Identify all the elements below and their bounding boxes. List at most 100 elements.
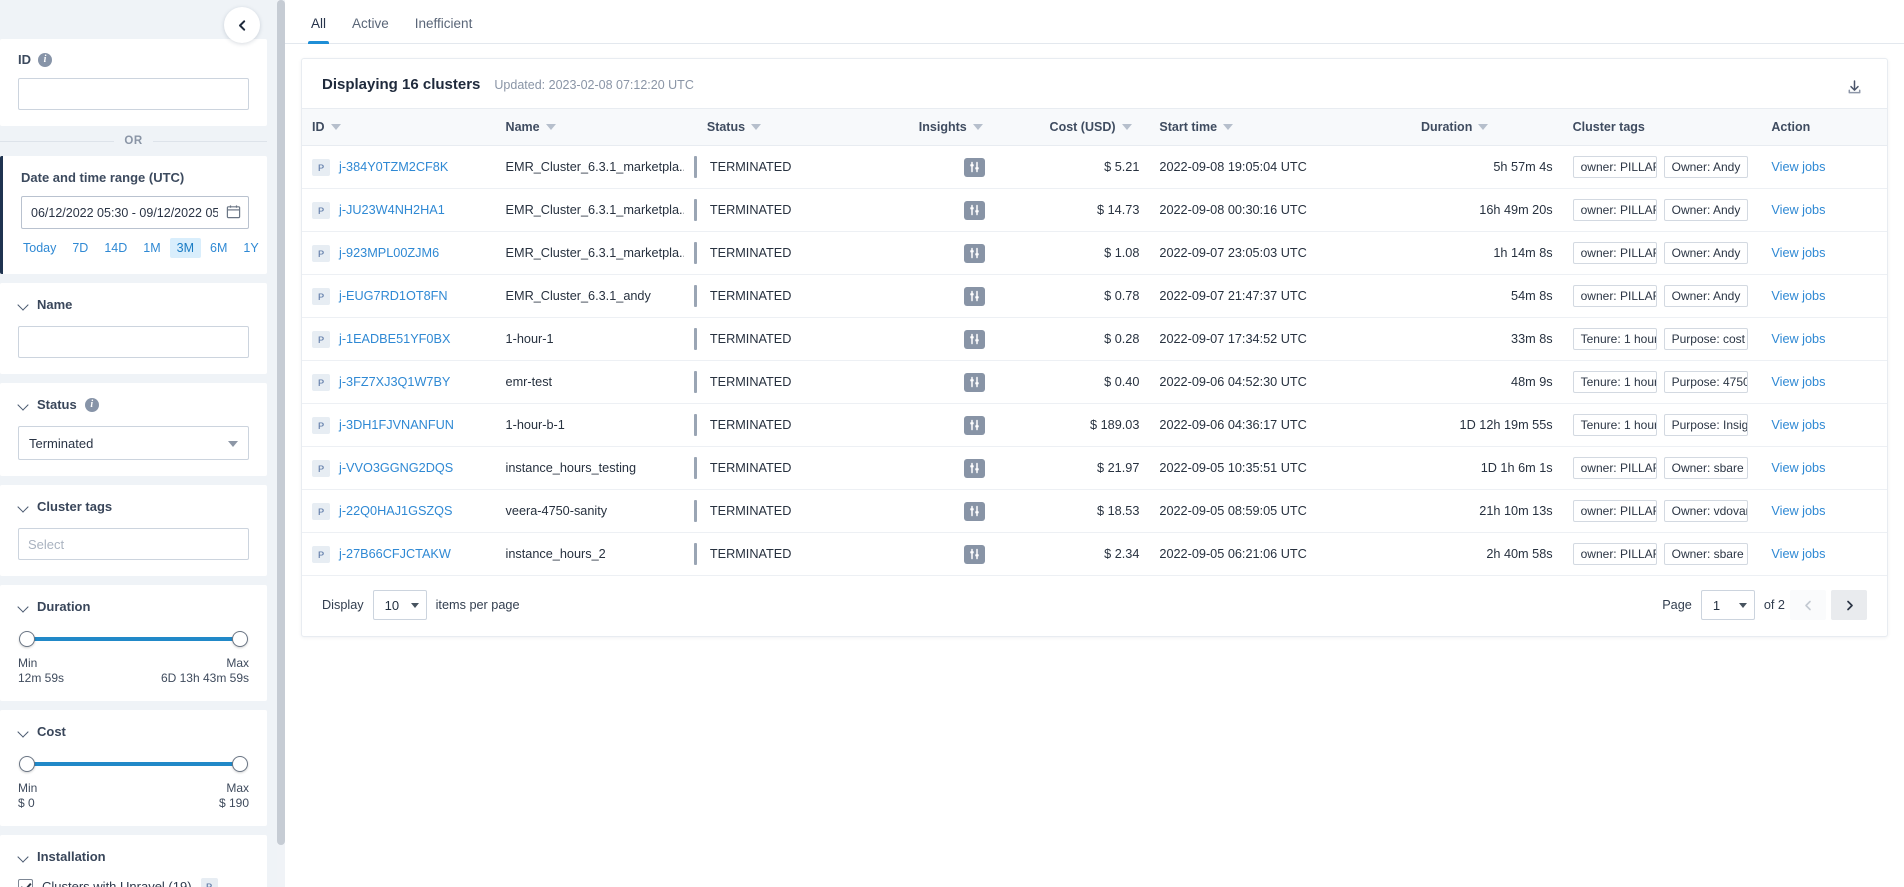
sort-icon[interactable] [545,124,556,130]
view-jobs-link[interactable]: View jobs [1771,461,1825,475]
column-header-duration[interactable]: Duration [1410,108,1563,146]
quick-range-3m[interactable]: 3M [169,238,202,258]
cluster-id-link[interactable]: j-3DH1FJVNANFUN [339,418,454,432]
duration-filter-header[interactable]: Duration [18,599,249,614]
cluster-id-link[interactable]: j-923MPL00ZJM6 [339,246,439,260]
insights-icon[interactable] [963,200,985,220]
checkbox-icon-checked[interactable] [18,878,33,887]
column-header-start-time[interactable]: Start time [1149,108,1411,146]
duration-range-slider[interactable] [18,628,249,650]
date-range-input[interactable] [21,196,249,229]
insights-icon[interactable] [963,372,985,392]
chevron-left-icon [238,19,245,31]
view-jobs-link[interactable]: View jobs [1771,289,1825,303]
view-jobs-link[interactable]: View jobs [1771,246,1825,260]
cluster-name: 1-hour-1 [505,332,554,346]
quick-range-6m[interactable]: 6M [203,238,234,258]
cluster-id-link[interactable]: j-1EADBE51YF0BX [339,332,450,346]
calendar-icon[interactable] [226,204,241,219]
checkbox-clusters-with-unravel[interactable]: Clusters with Unravel (19) ᴘ [18,878,249,887]
status-badge: TERMINATED [709,547,792,561]
tab-all[interactable]: All [298,16,339,44]
view-jobs-link[interactable]: View jobs [1771,160,1825,174]
cell-insights [908,446,1040,490]
cluster-id-link[interactable]: j-3FZ7XJ3Q1W7BY [339,375,450,389]
info-icon[interactable]: i [84,397,99,412]
sidebar-scrollbar[interactable] [277,0,285,887]
column-header-name[interactable]: Name [495,108,684,146]
date-range-field[interactable] [21,196,249,229]
duration-slider-max-handle[interactable] [232,631,248,647]
page-number-select[interactable]: 1 [1700,590,1755,620]
table-row: ᴘ j-384Y0TZM2CF8K EMR_Cluster_6.3.1_market… [302,145,1887,189]
view-jobs-link[interactable]: View jobs [1771,418,1825,432]
quick-range-1m[interactable]: 1M [136,238,167,258]
sort-icon[interactable] [330,124,341,130]
cell-insights [908,532,1040,576]
insights-icon[interactable] [963,415,985,435]
tab-inefficient[interactable]: Inefficient [402,16,486,43]
status-select[interactable]: Terminated [18,426,249,460]
download-button[interactable] [1837,70,1871,104]
quick-range-1y[interactable]: 1Y [236,238,265,258]
previous-page-button[interactable] [1790,590,1826,620]
sort-icon[interactable] [1223,124,1234,130]
cell-cluster-tags: owner: PILLAR-4 Owner: sbare [1562,532,1762,576]
view-jobs-link[interactable]: View jobs [1771,332,1825,346]
view-jobs-link[interactable]: View jobs [1771,203,1825,217]
column-header-cost[interactable]: Cost (USD) [1039,108,1150,146]
insights-icon[interactable] [963,243,985,263]
cluster-id-link[interactable]: j-JU23W4NH2HA1 [339,203,445,217]
cost-range-slider[interactable] [18,753,249,775]
cluster-tag: owner: PILLAR-4 [1572,285,1657,307]
name-search-input[interactable] [18,326,249,358]
installation-filter-header[interactable]: Installation [18,849,249,864]
sort-icon[interactable] [972,124,983,130]
sidebar-collapse-button[interactable] [224,7,260,43]
column-header-name-label: Name [505,120,540,134]
sort-icon[interactable] [751,124,762,130]
insights-icon[interactable] [963,458,985,478]
status-filter-header[interactable]: Status i [18,397,249,412]
info-icon[interactable]: i [38,52,52,67]
cluster-id-link[interactable]: j-VVO3GGNG2DQS [339,461,453,475]
main-content: All Active Inefficient Displaying 16 clu… [285,0,1904,887]
cluster-id-link[interactable]: j-27B66CFJCTAKW [339,547,451,561]
insights-icon[interactable] [963,544,985,564]
items-per-page-select[interactable]: 10 [372,590,427,620]
sort-icon[interactable] [1478,124,1489,130]
updated-timestamp: Updated: 2023-02-08 07:12:20 UTC [494,77,694,92]
insights-icon[interactable] [963,501,985,521]
quick-range-today[interactable]: Today [16,238,63,258]
insights-icon[interactable] [963,329,985,349]
insights-icon[interactable] [963,286,985,306]
duration-slider-min-handle[interactable] [19,631,35,647]
cluster-id-link[interactable]: j-22Q0HAJ1GSZQS [339,504,453,518]
cost-slider-min-handle[interactable] [19,756,35,772]
cluster-tags-select-input[interactable] [18,528,249,560]
tab-active[interactable]: Active [339,16,402,43]
cost-filter-header[interactable]: Cost [18,724,249,739]
cluster-tags-filter-header[interactable]: Cluster tags [18,499,249,514]
next-page-button[interactable] [1831,590,1867,620]
name-filter-header[interactable]: Name [18,297,249,312]
sidebar-scrollbar-thumb[interactable] [277,0,285,845]
view-jobs-link[interactable]: View jobs [1771,375,1825,389]
cost-slider-max-handle[interactable] [232,756,248,772]
column-header-cluster-tags-label: Cluster tags [1572,120,1645,134]
cluster-tag: Purpose: cost t [1663,328,1748,350]
id-search-input[interactable] [18,78,249,110]
view-jobs-link[interactable]: View jobs [1771,547,1825,561]
cluster-id-link[interactable]: j-EUG7RD1OT8FN [339,289,448,303]
start-time-value: 2022-09-05 08:59:05 UTC [1159,504,1307,518]
column-header-id[interactable]: ID [302,108,496,146]
cell-status: TERMINATED [683,360,909,404]
quick-range-7d[interactable]: 7D [65,238,95,258]
view-jobs-link[interactable]: View jobs [1771,504,1825,518]
column-header-status[interactable]: Status [683,108,909,146]
quick-range-14d[interactable]: 14D [97,238,134,258]
insights-icon[interactable] [963,157,985,177]
sort-icon[interactable] [1121,124,1132,130]
column-header-insights[interactable]: Insights [908,108,1040,146]
cluster-id-link[interactable]: j-384Y0TZM2CF8K [339,160,448,174]
